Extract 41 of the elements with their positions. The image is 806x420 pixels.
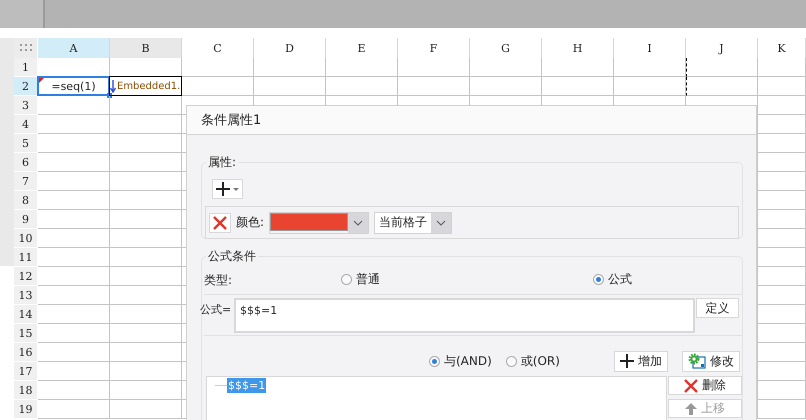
row-header[interactable]: 7 (14, 172, 38, 191)
formula-label: 公式= (200, 302, 232, 317)
row-header[interactable]: 17 (14, 362, 38, 381)
row-header[interactable]: 5 (14, 134, 38, 153)
cell-text: Embedded1. (117, 80, 180, 92)
formula-cell[interactable]: =seq(1) (37, 76, 110, 96)
type-radio[interactable]: 公式 (593, 271, 632, 288)
row-header[interactable]: 13 (14, 286, 38, 305)
logic-radio[interactable]: 与(AND) (429, 352, 492, 370)
row-header[interactable]: 2 (14, 77, 38, 96)
column-header[interactable]: B (110, 38, 182, 58)
type-label: 类型: (204, 272, 232, 289)
row-header[interactable]: 19 (14, 400, 38, 419)
panel-legend: 公式条件 (206, 248, 258, 265)
delete-button[interactable]: 删除 (668, 376, 742, 395)
row-header[interactable]: 1 (14, 58, 38, 77)
logic-radio[interactable]: 或(OR) (506, 352, 560, 370)
embedded-cell[interactable]: Embedded1. (109, 76, 182, 96)
row-header[interactable]: 14 (14, 305, 38, 324)
row-header[interactable]: 3 (14, 96, 38, 115)
type-radio[interactable]: 普通 (341, 271, 380, 288)
modify-condition-button[interactable]: 修改 (682, 350, 740, 372)
cell-text: =seq(1) (51, 80, 96, 92)
row-header[interactable]: 11 (14, 248, 38, 267)
row-header[interactable]: 15 (14, 324, 38, 343)
dialog-title: 条件属性1 (201, 112, 262, 129)
add-condition-button[interactable]: 增加 (614, 350, 668, 372)
color-label: 颜色: (236, 214, 264, 231)
column-header[interactable]: A (38, 38, 110, 58)
define-button[interactable]: 定义 (696, 298, 739, 318)
row-header[interactable]: 8 (14, 191, 38, 210)
row-header[interactable]: 9 (14, 210, 38, 229)
scope-dropdown[interactable]: 当前格子 (374, 212, 452, 234)
row-header[interactable]: 10 (14, 229, 38, 248)
row-header[interactable]: 16 (14, 343, 38, 362)
panel-legend: 属性: (206, 154, 238, 171)
row-header[interactable]: 6 (14, 153, 38, 172)
row-header[interactable]: 18 (14, 381, 38, 400)
row-header[interactable]: 4 (14, 115, 38, 134)
row-header[interactable]: 12 (14, 267, 38, 286)
formula-input-field[interactable]: $$$=1 (234, 298, 695, 333)
